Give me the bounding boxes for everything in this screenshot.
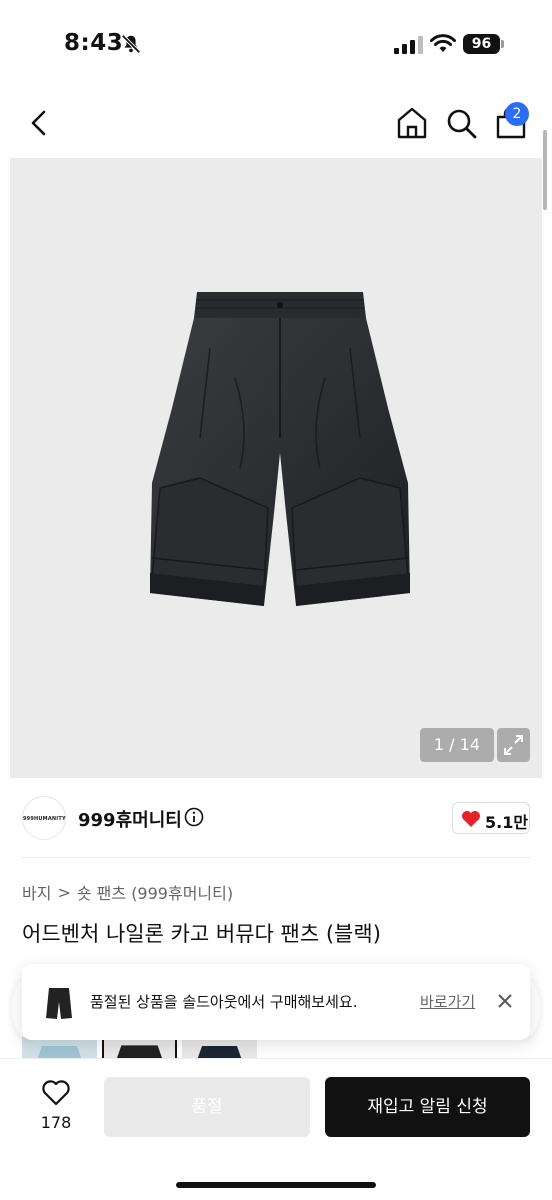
cart-count-badge: 2 bbox=[505, 102, 529, 126]
expand-icon bbox=[504, 735, 523, 755]
store-name[interactable]: 999휴머니티 bbox=[78, 806, 182, 832]
store-logo[interactable]: 999HUMANITY bbox=[22, 796, 66, 840]
heart-filled-icon bbox=[462, 811, 480, 827]
status-bar: 8:43 96 bbox=[0, 0, 552, 90]
image-page-counter: 1 / 14 bbox=[419, 728, 494, 762]
store-like-button[interactable]: 5.1만 bbox=[452, 802, 530, 834]
soldout-button[interactable]: 품절 bbox=[104, 1077, 310, 1137]
scrollbar[interactable] bbox=[543, 130, 547, 210]
battery-cap bbox=[501, 40, 504, 48]
store-like-count: 5.1만 bbox=[485, 813, 529, 832]
breadcrumb-category[interactable]: 바지 bbox=[22, 884, 51, 903]
product-title: 어드벤처 나일론 카고 버뮤다 팬츠 (블랙) bbox=[22, 922, 381, 946]
divider bbox=[22, 857, 530, 858]
battery-indicator: 96 bbox=[463, 34, 505, 54]
toast-go-link[interactable]: 바로가기 bbox=[420, 991, 475, 1012]
restock-alert-button[interactable]: 재입고 알림 신청 bbox=[325, 1077, 530, 1137]
breadcrumb-separator: > bbox=[57, 882, 71, 902]
wishlist-button[interactable]: 178 bbox=[30, 1079, 82, 1149]
home-icon[interactable] bbox=[395, 105, 429, 141]
product-image-gallery[interactable]: 1 / 14 bbox=[10, 158, 542, 778]
bottom-action-bar: 178 품절 재입고 알림 신청 bbox=[0, 1058, 552, 1200]
heart-outline-icon bbox=[42, 1080, 70, 1106]
top-navigation bbox=[0, 95, 552, 153]
store-logo-text: 999HUMANITY bbox=[23, 816, 66, 822]
wishlist-count: 178 bbox=[40, 1113, 72, 1132]
status-time: 8:43 bbox=[64, 30, 124, 56]
product-photo-shorts bbox=[150, 292, 410, 606]
bell-muted-icon bbox=[121, 34, 141, 54]
soldout-toast: 품절된 상품을 솔드아웃에서 구매해보세요. 바로가기 bbox=[22, 964, 530, 1040]
close-icon[interactable] bbox=[496, 992, 514, 1010]
breadcrumb-subcategory[interactable]: 숏 팬츠 (999휴머니티) bbox=[77, 884, 233, 903]
battery-level: 96 bbox=[463, 34, 500, 54]
cellular-signal-icon bbox=[394, 36, 423, 54]
expand-image-button[interactable] bbox=[497, 728, 530, 762]
home-indicator[interactable] bbox=[176, 1182, 376, 1188]
toast-product-thumbnail bbox=[46, 988, 72, 1019]
store-row: 999HUMANITY 999휴머니티 5.1만 bbox=[22, 790, 530, 850]
wifi-icon bbox=[430, 34, 456, 52]
info-icon[interactable] bbox=[184, 807, 204, 827]
search-icon[interactable] bbox=[444, 105, 478, 141]
toast-message: 품절된 상품을 솔드아웃에서 구매해보세요. bbox=[90, 993, 358, 1011]
breadcrumb: 바지 > 숏 팬츠 (999휴머니티) bbox=[22, 880, 233, 904]
back-chevron-icon[interactable] bbox=[24, 105, 56, 141]
